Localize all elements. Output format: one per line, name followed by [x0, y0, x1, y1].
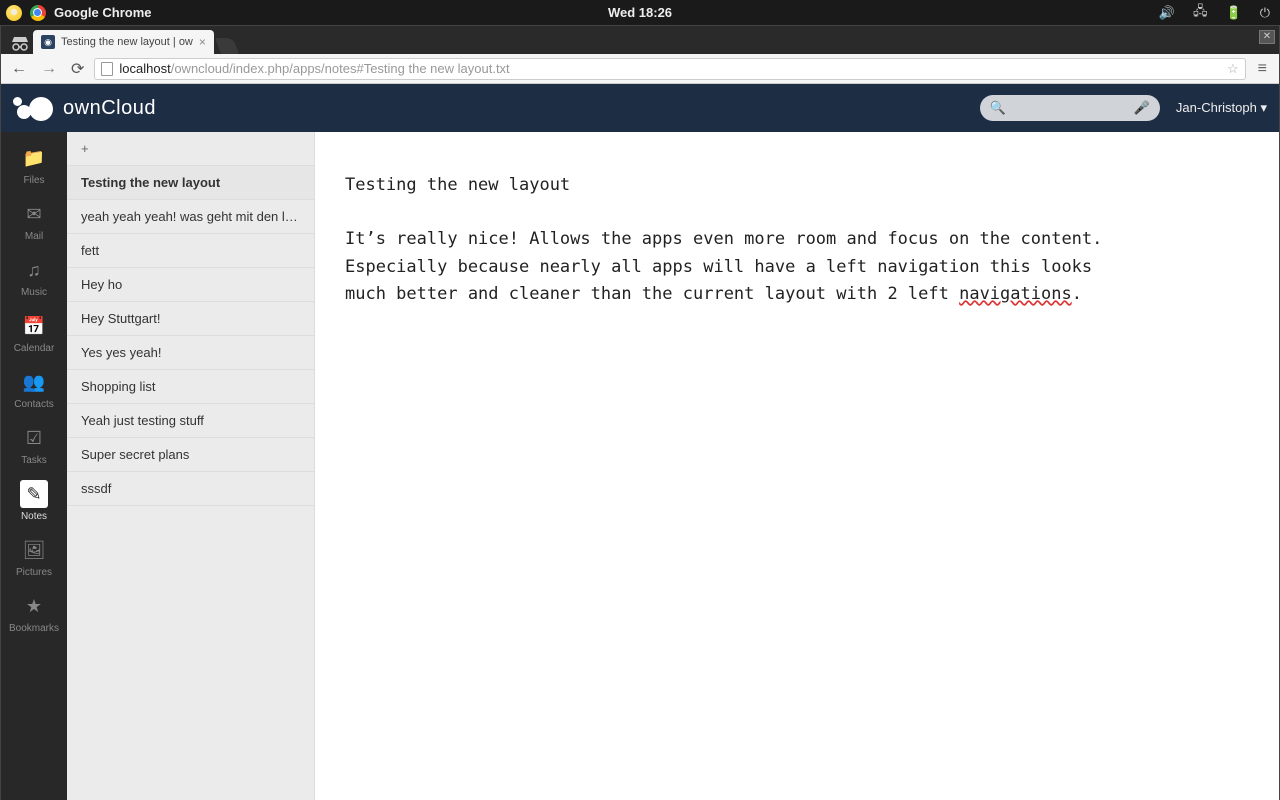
favicon-icon: ◉	[41, 35, 55, 49]
folder-icon: 📁	[20, 144, 48, 172]
nav-mail[interactable]: ✉ Mail	[1, 194, 67, 248]
note-item[interactable]: fett	[67, 234, 314, 268]
app-header: ownCloud 🔍 🎤 Jan-Christoph ▾	[1, 84, 1279, 132]
note-item[interactable]: Testing the new layout	[67, 166, 314, 200]
note-item[interactable]: yeah yeah yeah! was geht mit den l…	[67, 200, 314, 234]
address-bar: ← → ⟳ localhost/owncloud/index.php/apps/…	[1, 54, 1279, 84]
note-item[interactable]: Shopping list	[67, 370, 314, 404]
note-item[interactable]: Hey Stuttgart!	[67, 302, 314, 336]
note-content[interactable]: Testing the new layout It’s really nice!…	[345, 172, 1105, 308]
nav-label: Calendar	[14, 343, 55, 354]
mic-icon[interactable]: 🎤	[1134, 100, 1150, 116]
search-input[interactable]: 🔍 🎤	[980, 95, 1160, 121]
tab-title: Testing the new layout | ow	[61, 36, 193, 48]
active-app-title: Google Chrome	[54, 5, 152, 20]
smiley-icon[interactable]: ☻	[6, 5, 22, 21]
browser-tab[interactable]: ◉ Testing the new layout | ow ×	[33, 30, 214, 54]
nav-music[interactable]: ♫ Music	[1, 250, 67, 304]
nav-label: Pictures	[16, 567, 52, 578]
note-editor[interactable]: Testing the new layout It’s really nice!…	[315, 132, 1279, 800]
tab-bar: ◉ Testing the new layout | ow ×	[1, 26, 1279, 54]
nav-contacts[interactable]: 👥 Contacts	[1, 362, 67, 416]
tasks-icon: ☑	[20, 424, 48, 452]
note-item[interactable]: Hey ho	[67, 268, 314, 302]
nav-notes[interactable]: ✎ Notes	[1, 474, 67, 528]
url-host: localhost	[119, 61, 170, 76]
power-icon[interactable]: ⏻	[1260, 5, 1270, 21]
app-navigation: 📁Files ✉Mail ♫Music 📅Calendar 👥Contacts …	[1, 132, 67, 800]
nav-label: Tasks	[21, 455, 47, 466]
tab-close-button[interactable]: ×	[199, 35, 206, 49]
logo-text: ownCloud	[63, 97, 156, 120]
search-icon: 🔍	[990, 100, 1006, 116]
bookmark-star-icon[interactable]: ☆	[1227, 61, 1239, 77]
pictures-icon: 🖼	[20, 536, 48, 564]
nav-bookmarks[interactable]: ★ Bookmarks	[1, 586, 67, 640]
mail-icon: ✉	[20, 200, 48, 228]
misspelled-word: navigations	[959, 284, 1072, 304]
note-item[interactable]: Super secret plans	[67, 438, 314, 472]
nav-label: Bookmarks	[9, 623, 59, 634]
nav-calendar[interactable]: 📅 Calendar	[1, 306, 67, 360]
url-path: /owncloud/index.php/apps/notes#Testing t…	[171, 61, 510, 76]
forward-button[interactable]: →	[37, 58, 61, 80]
nav-label: Contacts	[14, 399, 53, 410]
incognito-icon	[7, 32, 33, 54]
contacts-icon: 👥	[20, 368, 48, 396]
omnibox[interactable]: localhost/owncloud/index.php/apps/notes#…	[94, 58, 1245, 80]
note-item[interactable]: Yes yes yeah!	[67, 336, 314, 370]
calendar-icon: 📅	[20, 312, 48, 340]
user-menu[interactable]: Jan-Christoph ▾	[1176, 100, 1267, 116]
note-item[interactable]: sssdf	[67, 472, 314, 506]
chrome-icon[interactable]	[30, 5, 46, 21]
new-note-button[interactable]: +	[67, 132, 314, 166]
desktop-panel: ☻ Google Chrome Wed 18:26 🔊 🖧 🔋 ⏻	[0, 0, 1280, 25]
nav-files[interactable]: 📁 Files	[1, 138, 67, 192]
note-item[interactable]: Yeah just testing stuff	[67, 404, 314, 438]
back-button[interactable]: ←	[7, 58, 31, 80]
nav-label: Notes	[21, 511, 47, 522]
notes-icon: ✎	[20, 480, 48, 508]
nav-label: Music	[21, 287, 47, 298]
bookmarks-icon: ★	[20, 592, 48, 620]
new-tab-button[interactable]	[215, 38, 239, 54]
nav-label: Files	[23, 175, 44, 186]
volume-icon[interactable]: 🔊	[1159, 5, 1175, 21]
owncloud-logo[interactable]: ownCloud	[13, 93, 156, 123]
nav-pictures[interactable]: 🖼 Pictures	[1, 530, 67, 584]
reload-button[interactable]: ⟳	[67, 57, 88, 81]
notes-sidebar: + Testing the new layout yeah yeah yeah!…	[67, 132, 315, 800]
page-icon	[101, 62, 113, 76]
cloud-icon	[13, 93, 59, 123]
nav-label: Mail	[25, 231, 43, 242]
chrome-menu-button[interactable]: ≡	[1252, 58, 1273, 80]
nav-tasks[interactable]: ☑ Tasks	[1, 418, 67, 472]
battery-icon[interactable]: 🔋	[1226, 5, 1242, 21]
music-icon: ♫	[20, 256, 48, 284]
window-close-button[interactable]: ✕	[1259, 30, 1275, 44]
clock: Wed 18:26	[608, 5, 672, 20]
network-icon[interactable]: 🖧	[1193, 2, 1208, 24]
browser-window: ✕ ◉ Testing the new layout | ow × ← → ⟳ …	[0, 25, 1280, 800]
